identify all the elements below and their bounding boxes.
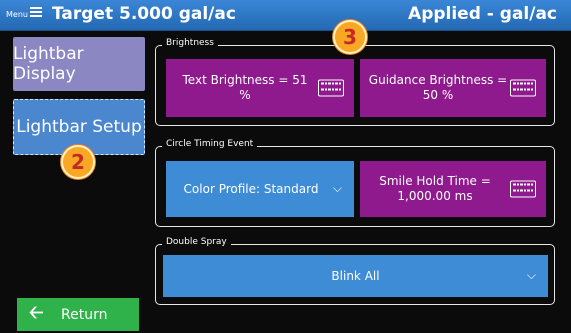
return-label: Return: [61, 306, 108, 323]
keyboard-icon: [510, 79, 536, 97]
double-spray-group: Double Spray Blink All ⌵: [155, 237, 555, 305]
circle-timing-legend: Circle Timing Event: [162, 139, 258, 149]
applied-rate: Applied - gal/ac: [408, 4, 557, 24]
smile-hold-time-button[interactable]: Smile Hold Time = 1,000.00 ms: [360, 161, 546, 217]
color-profile-value: Color Profile: Standard: [183, 181, 319, 196]
chevron-down-icon: ⌵: [332, 180, 342, 195]
title-bar: Menu Target 5.000 gal/ac Applied - gal/a…: [0, 0, 571, 31]
double-spray-legend: Double Spray: [162, 237, 231, 247]
double-spray-dropdown[interactable]: Blink All ⌵: [163, 255, 548, 297]
chevron-down-icon: ⌵: [526, 267, 536, 282]
guidance-brightness-button[interactable]: Guidance Brightness = 50 %: [360, 59, 546, 117]
text-brightness-button[interactable]: Text Brightness = 51 %: [166, 59, 354, 117]
target-rate: Target 5.000 gal/ac: [52, 4, 236, 24]
smile-hold-time-label: Smile Hold Time = 1,000.00 ms: [379, 174, 491, 203]
brightness-legend: Brightness: [162, 38, 218, 48]
lightbar-display-button[interactable]: Lightbar Display: [13, 37, 145, 91]
text-brightness-label: Text Brightness = 51 %: [182, 73, 308, 102]
double-spray-value: Blink All: [331, 268, 380, 283]
guidance-brightness-label: Guidance Brightness = 50 %: [368, 73, 508, 102]
callout-marker-3: 3: [333, 20, 367, 54]
color-profile-dropdown[interactable]: Color Profile: Standard ⌵: [166, 161, 354, 217]
return-button[interactable]: 🡠 Return: [17, 298, 139, 331]
menu-label[interactable]: Menu: [6, 10, 28, 19]
back-arrow-icon: 🡠: [29, 301, 44, 323]
keyboard-icon: [318, 79, 344, 97]
hamburger-menu-icon[interactable]: [30, 7, 42, 21]
keyboard-icon: [510, 180, 536, 198]
brightness-group: Brightness Text Brightness = 51 % Guidan…: [155, 38, 555, 126]
circle-timing-group: Circle Timing Event Color Profile: Stand…: [155, 139, 555, 227]
callout-marker-2: 2: [61, 145, 95, 179]
